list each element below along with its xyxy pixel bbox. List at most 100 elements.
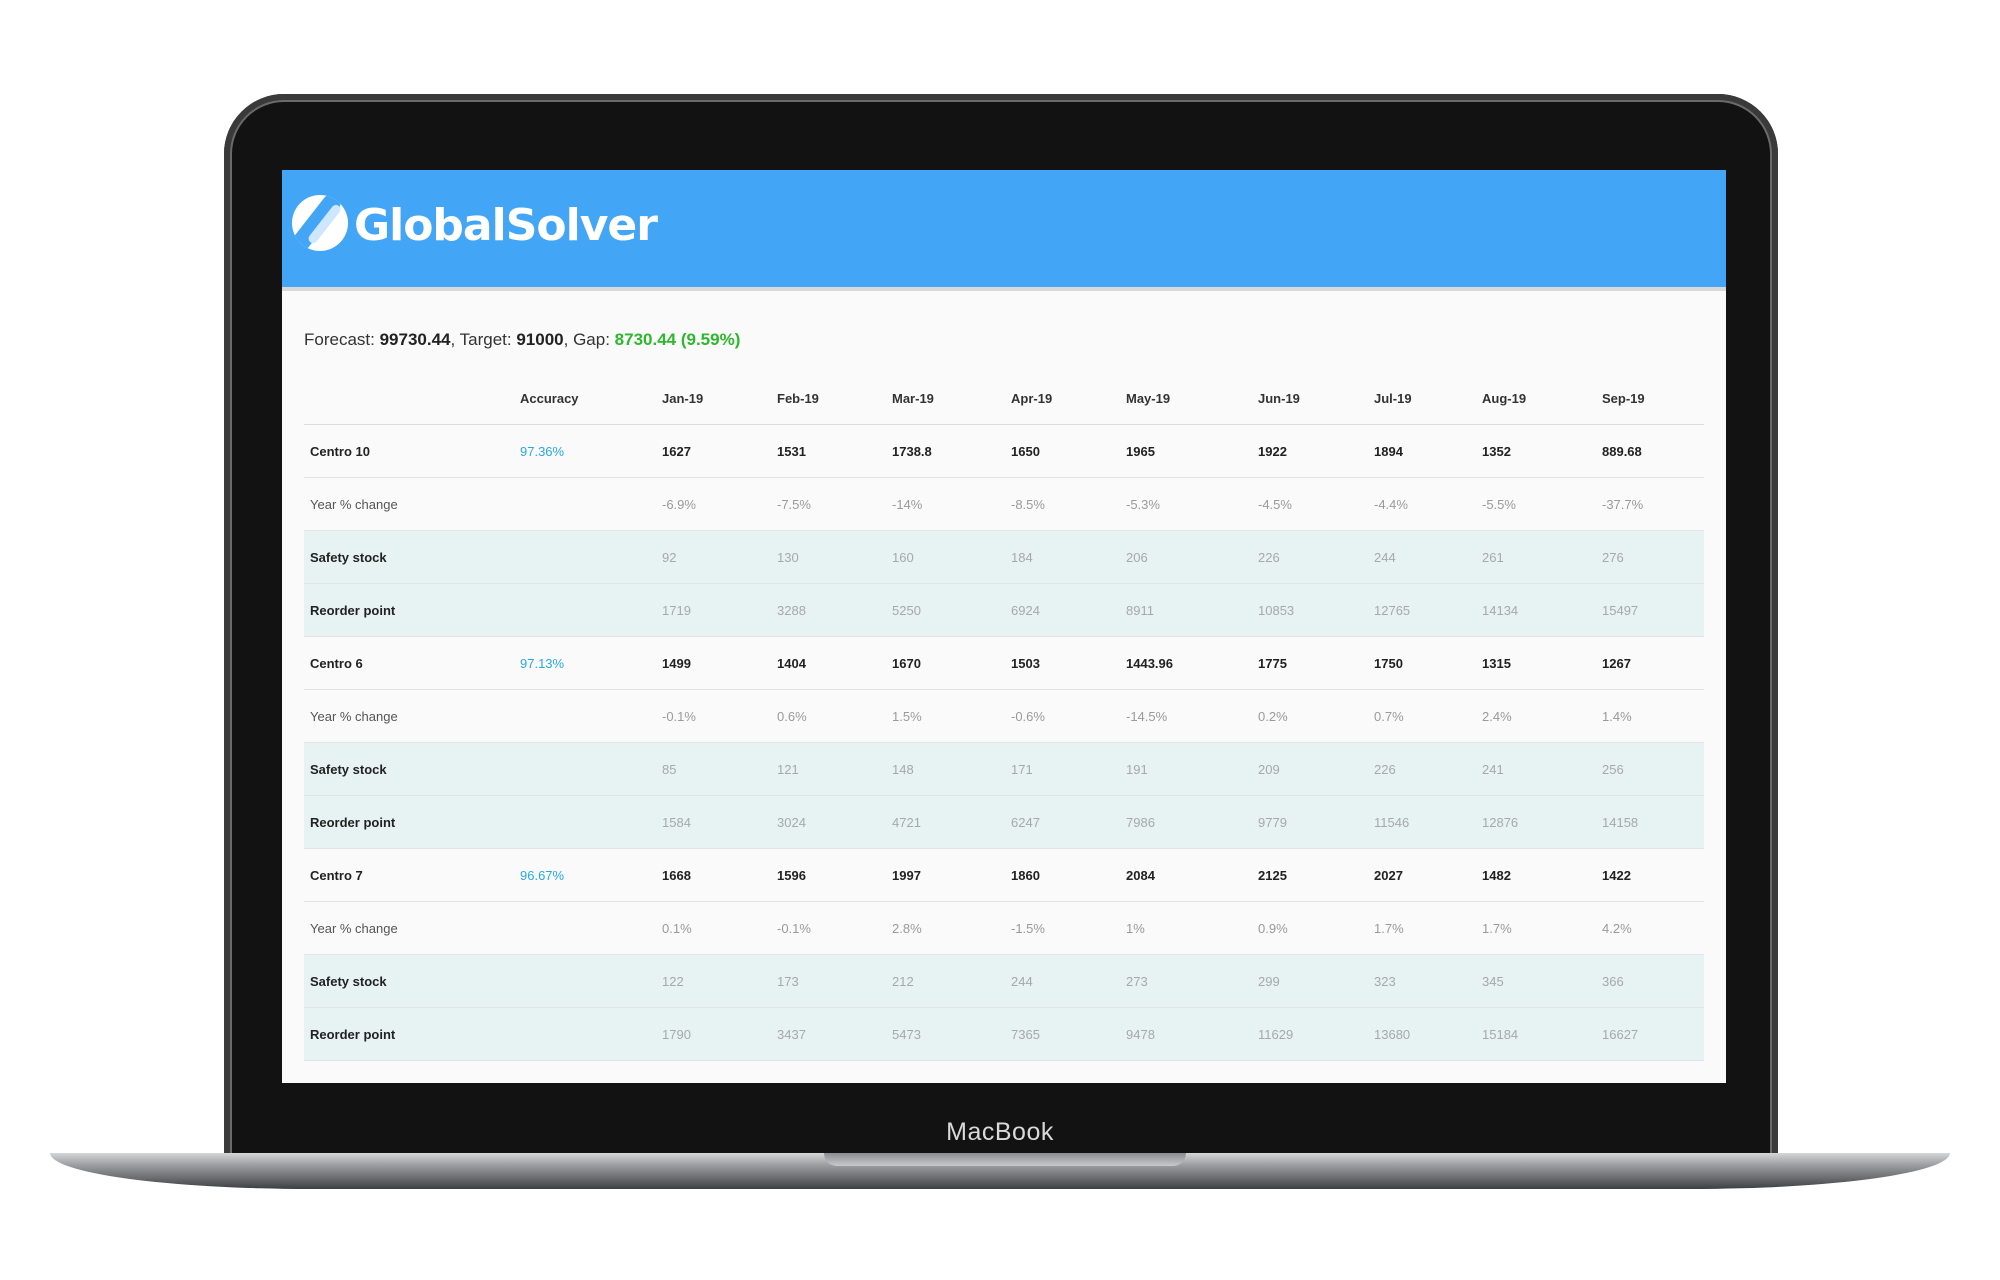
column-header[interactable] <box>304 372 514 425</box>
safety-stock-cell: 276 <box>1596 530 1704 584</box>
safety-stock-cell: 244 <box>1005 954 1120 1008</box>
table-row-year-change[interactable]: Year % change -6.9% -7.5% -14% -8.5% -5.3% -4.… <box>304 477 1704 531</box>
safety-stock-cell: 261 <box>1476 530 1596 584</box>
forecast-cell: 1750 <box>1368 636 1476 690</box>
table-row-safety-stock[interactable]: Safety stock 85 121 148 171 191 209 226 241 256 <box>304 742 1704 796</box>
year-change-cell: -0.6% <box>1005 689 1120 743</box>
year-change-cell: -1.5% <box>1005 901 1120 955</box>
row-label: Reorder point <box>304 795 514 849</box>
table-row-reorder-point[interactable]: Reorder point 1790 3437 5473 7365 9478 11629 13… <box>304 1007 1704 1061</box>
gap-pct-open: ( <box>676 330 687 349</box>
forecast-cell: 1922 <box>1252 424 1368 478</box>
reorder-point-cell: 12876 <box>1476 795 1596 849</box>
table-header-row: Accuracy Jan-19 Feb-19 Mar-19 Apr-19 May… <box>304 372 1704 425</box>
reorder-point-cell: 15497 <box>1596 583 1704 637</box>
safety-stock-cell: 226 <box>1368 742 1476 796</box>
reorder-point-cell: 3437 <box>771 1007 886 1061</box>
year-change-cell: -4.4% <box>1368 477 1476 531</box>
empty-cell <box>514 954 656 1008</box>
reorder-point-cell: 9478 <box>1120 1007 1252 1061</box>
safety-stock-cell: 121 <box>771 742 886 796</box>
safety-stock-cell: 92 <box>656 530 771 584</box>
reorder-point-cell: 16627 <box>1596 1007 1704 1061</box>
year-change-cell: 1% <box>1120 901 1252 955</box>
year-change-cell: -7.5% <box>771 477 886 531</box>
column-header-month[interactable]: Jan-19 <box>656 372 771 425</box>
safety-stock-cell: 256 <box>1596 742 1704 796</box>
column-header-month[interactable]: Aug-19 <box>1476 372 1596 425</box>
location-name: Centro 10 <box>304 424 514 478</box>
forecast-cell: 1267 <box>1596 636 1704 690</box>
table-row-year-change[interactable]: Year % change -0.1% 0.6% 1.5% -0.6% -14.5% 0.2… <box>304 689 1704 743</box>
brand-name: GlobalSolver <box>354 200 658 251</box>
forecast-cell: 1499 <box>656 636 771 690</box>
reorder-point-cell: 12765 <box>1368 583 1476 637</box>
reorder-point-cell: 1790 <box>656 1007 771 1061</box>
table-row-safety-stock[interactable]: Safety stock 122 173 212 244 273 299 323 345 366 <box>304 954 1704 1008</box>
column-header-month[interactable]: Apr-19 <box>1005 372 1120 425</box>
column-header-accuracy[interactable]: Accuracy <box>514 372 656 425</box>
column-header-month[interactable]: Feb-19 <box>771 372 886 425</box>
app-screen: GlobalSolver Forecast: 99730.44, Target:… <box>282 170 1726 1083</box>
empty-cell <box>514 583 656 637</box>
safety-stock-cell: 226 <box>1252 530 1368 584</box>
forecast-cell: 2084 <box>1120 848 1252 902</box>
column-header-month[interactable]: Jul-19 <box>1368 372 1476 425</box>
reorder-point-cell: 13680 <box>1368 1007 1476 1061</box>
table-row-reorder-point[interactable]: Reorder point 1719 3288 5250 6924 8911 10853 12… <box>304 583 1704 637</box>
year-change-cell: -0.1% <box>656 689 771 743</box>
table-row-safety-stock[interactable]: Safety stock 92 130 160 184 206 226 244 261 276 <box>304 530 1704 584</box>
safety-stock-cell: 160 <box>886 530 1005 584</box>
year-change-cell: -0.1% <box>771 901 886 955</box>
reorder-point-cell: 8911 <box>1120 583 1252 637</box>
reorder-point-cell: 15184 <box>1476 1007 1596 1061</box>
year-change-cell: -8.5% <box>1005 477 1120 531</box>
column-header-month[interactable]: Sep-19 <box>1596 372 1704 425</box>
safety-stock-cell: 171 <box>1005 742 1120 796</box>
column-header-month[interactable]: Mar-19 <box>886 372 1005 425</box>
forecast-cell: 1482 <box>1476 848 1596 902</box>
safety-stock-cell: 244 <box>1368 530 1476 584</box>
forecast-cell: 1404 <box>771 636 886 690</box>
column-header-month[interactable]: Jun-19 <box>1252 372 1368 425</box>
empty-cell <box>514 1007 656 1061</box>
safety-stock-cell: 184 <box>1005 530 1120 584</box>
reorder-point-cell: 5250 <box>886 583 1005 637</box>
forecast-cell: 889.68 <box>1596 424 1704 478</box>
safety-stock-cell: 366 <box>1596 954 1704 1008</box>
column-header-month[interactable]: May-19 <box>1120 372 1252 425</box>
reorder-point-cell: 6247 <box>1005 795 1120 849</box>
forecast-cell: 2125 <box>1252 848 1368 902</box>
forecast-cell: 1422 <box>1596 848 1704 902</box>
forecast-cell: 1997 <box>886 848 1005 902</box>
table-row-location[interactable]: Centro 7 96.67% 1668 1596 1997 1860 2084 2125 20… <box>304 848 1704 902</box>
app-header: GlobalSolver <box>282 170 1726 291</box>
empty-cell <box>514 530 656 584</box>
table-body: Centro 10 97.36% 1627 1531 1738.8 1650 1965 192… <box>304 424 1704 1061</box>
row-label: Year % change <box>304 477 514 531</box>
safety-stock-cell: 206 <box>1120 530 1252 584</box>
year-change-cell: -6.9% <box>656 477 771 531</box>
forecast-value: 99730.44 <box>379 330 451 349</box>
forecast-cell: 1738.8 <box>886 424 1005 478</box>
year-change-cell: 0.7% <box>1368 689 1476 743</box>
year-change-cell: 0.2% <box>1252 689 1368 743</box>
accuracy-value: 97.13% <box>514 636 656 690</box>
table-row-location[interactable]: Centro 6 97.13% 1499 1404 1670 1503 1443.96 177… <box>304 636 1704 690</box>
forecast-cell: 1352 <box>1476 424 1596 478</box>
reorder-point-cell: 7986 <box>1120 795 1252 849</box>
year-change-cell: -14% <box>886 477 1005 531</box>
row-label: Year % change <box>304 901 514 955</box>
year-change-cell: -5.5% <box>1476 477 1596 531</box>
forecast-cell: 1860 <box>1005 848 1120 902</box>
safety-stock-cell: 241 <box>1476 742 1596 796</box>
year-change-cell: -14.5% <box>1120 689 1252 743</box>
reorder-point-cell: 1719 <box>656 583 771 637</box>
safety-stock-cell: 85 <box>656 742 771 796</box>
empty-cell <box>514 795 656 849</box>
safety-stock-cell: 148 <box>886 742 1005 796</box>
table-row-reorder-point[interactable]: Reorder point 1584 3024 4721 6247 7986 9779 115… <box>304 795 1704 849</box>
table-row-year-change[interactable]: Year % change 0.1% -0.1% 2.8% -1.5% 1% 0.9% 1.7… <box>304 901 1704 955</box>
table-row-location[interactable]: Centro 10 97.36% 1627 1531 1738.8 1650 1965 192… <box>304 424 1704 478</box>
forecast-cell: 1670 <box>886 636 1005 690</box>
